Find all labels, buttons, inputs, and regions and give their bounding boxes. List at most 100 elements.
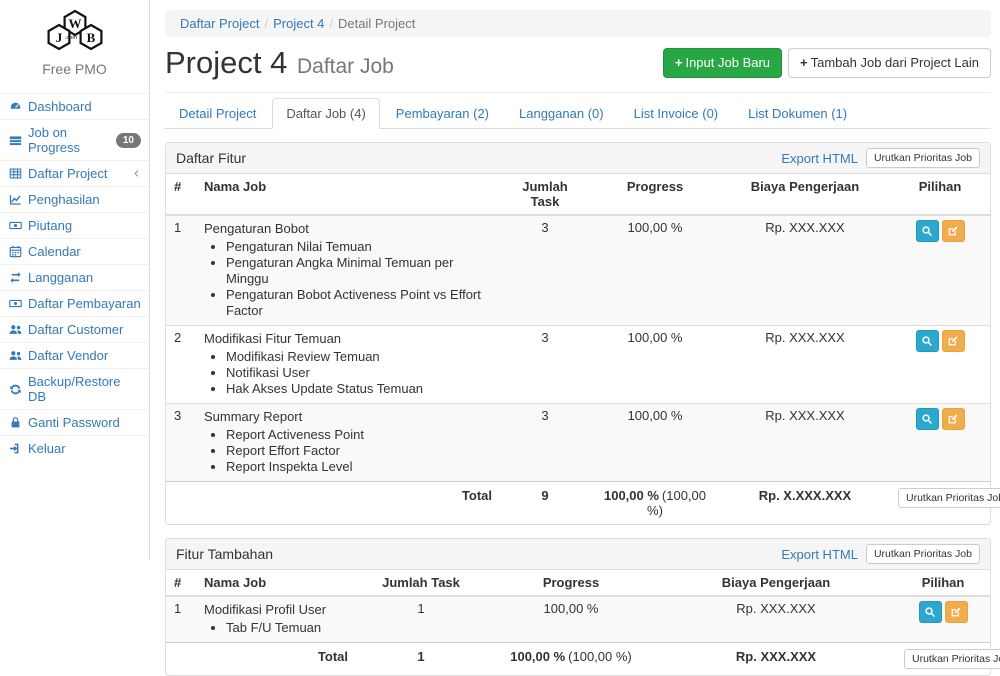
col-header-progress: Progress xyxy=(590,174,720,215)
total-label: Total xyxy=(196,643,356,676)
job-subtask-list: Report Activeness Point Report Effort Fa… xyxy=(226,427,492,475)
sidebar-item-piutang[interactable]: Piutang xyxy=(0,212,149,238)
view-job-button[interactable] xyxy=(916,220,939,242)
sidebar-item-daftar-pembayaran[interactable]: Daftar Pembayaran xyxy=(0,290,149,316)
tab-langganan[interactable]: Langganan (0) xyxy=(505,98,618,129)
line-chart-icon xyxy=(8,193,22,207)
breadcrumb-current: Detail Project xyxy=(338,16,415,31)
brand-subtitle: Free PMO xyxy=(0,61,149,77)
col-header-num: # xyxy=(166,174,196,215)
lock-icon xyxy=(8,416,22,430)
sidebar-item-label: Daftar Project xyxy=(28,166,107,181)
sidebar-item-penghasilan[interactable]: Penghasilan xyxy=(0,186,149,212)
job-subtask-list: Modifikasi Review Temuan Notifikasi User… xyxy=(226,349,492,397)
total-progress: 100,00 %(100,00 %) xyxy=(486,643,656,676)
logo-dot-com: .com xyxy=(65,35,77,41)
view-job-button[interactable] xyxy=(916,330,939,352)
cell-num: 2 xyxy=(166,326,196,404)
cell-progress: 100,00 % xyxy=(486,596,656,643)
edit-job-button[interactable] xyxy=(942,220,965,242)
job-subtask: Report Inspekta Level xyxy=(226,459,492,475)
job-subtask: Report Effort Factor xyxy=(226,443,492,459)
breadcrumb-separator: / xyxy=(324,16,338,31)
job-subtask-list: Tab F/U Temuan xyxy=(226,620,348,636)
breadcrumb-separator: / xyxy=(259,16,273,31)
edit-job-button[interactable] xyxy=(942,408,965,430)
job-name: Summary Report xyxy=(204,408,492,425)
export-html-link[interactable]: Export HTML xyxy=(781,547,858,562)
urutkan-prioritas-job-button[interactable]: Urutkan Prioritas Job xyxy=(898,488,1000,508)
sidebar-item-label: Ganti Password xyxy=(28,415,120,430)
sidebar-item-backup-restore-db[interactable]: Backup/Restore DB xyxy=(0,368,149,409)
sidebar-item-job-on-progress[interactable]: Job on Progress 10 xyxy=(0,119,149,160)
breadcrumb-link-project-4[interactable]: Project 4 xyxy=(273,16,324,31)
input-job-baru-button[interactable]: +Input Job Baru xyxy=(663,48,782,78)
sidebar-item-keluar[interactable]: Keluar xyxy=(0,435,149,461)
tab-detail-project[interactable]: Detail Project xyxy=(165,98,270,129)
job-subtask: Notifikasi User xyxy=(226,365,492,381)
cell-progress: 100,00 % xyxy=(590,326,720,404)
total-jumlah-task: 9 xyxy=(500,482,590,525)
chevron-left-icon xyxy=(132,169,141,178)
view-job-button[interactable] xyxy=(919,601,942,623)
tambah-job-dari-project-lain-button[interactable]: +Tambah Job dari Project Lain xyxy=(788,48,991,78)
job-name: Pengaturan Bobot xyxy=(204,220,492,237)
total-row: Total 1 100,00 %(100,00 %) Rp. XXX.XXX U… xyxy=(166,643,990,676)
table-row: 2 Modifikasi Fitur Temuan Modifikasi Rev… xyxy=(166,326,990,404)
cell-jumlah-task: 3 xyxy=(500,215,590,326)
cell-pilihan xyxy=(890,326,990,404)
sidebar-item-label: Dashboard xyxy=(28,99,92,114)
sidebar-item-daftar-project[interactable]: Daftar Project xyxy=(0,160,149,186)
col-header-jumlah-task: Jumlah Task xyxy=(500,174,590,215)
cell-num: 3 xyxy=(166,404,196,482)
tab-pembayaran[interactable]: Pembayaran (2) xyxy=(382,98,503,129)
sidebar-item-daftar-vendor[interactable]: Daftar Vendor xyxy=(0,342,149,368)
breadcrumb-link-daftar-project[interactable]: Daftar Project xyxy=(180,16,259,31)
users-icon xyxy=(8,323,22,337)
logo-letter-b: B xyxy=(86,30,95,45)
edit-job-button[interactable] xyxy=(945,601,968,623)
total-biaya: Rp. XXX.XXX xyxy=(656,643,896,676)
table-row: 1 Modifikasi Profil User Tab F/U Temuan … xyxy=(166,596,990,643)
job-name: Modifikasi Profil User xyxy=(204,601,348,618)
sidebar-nav: Dashboard Job on Progress 10 Daftar Proj… xyxy=(0,93,149,461)
view-job-button[interactable] xyxy=(916,408,939,430)
sidebar-item-label: Piutang xyxy=(28,218,72,233)
sidebar-item-ganti-password[interactable]: Ganti Password xyxy=(0,409,149,435)
urutkan-prioritas-job-button[interactable]: Urutkan Prioritas Job xyxy=(866,148,980,168)
tab-list-invoice[interactable]: List Invoice (0) xyxy=(620,98,733,129)
export-html-link[interactable]: Export HTML xyxy=(781,151,858,166)
exchange-icon xyxy=(8,271,22,285)
sign-out-icon xyxy=(8,442,22,456)
table-header-row: # Nama Job Jumlah Task Progress Biaya Pe… xyxy=(166,570,990,596)
logo-letter-j: J xyxy=(55,30,62,45)
sidebar-item-label: Langganan xyxy=(28,270,93,285)
urutkan-prioritas-job-button[interactable]: Urutkan Prioritas Job xyxy=(904,649,1000,669)
jwb-logo-icon: W J B .com xyxy=(34,8,116,56)
panel-title: Daftar Fitur xyxy=(176,150,246,166)
panel-heading: Daftar Fitur Export HTML Urutkan Priorit… xyxy=(166,143,990,174)
sidebar-item-label: Keluar xyxy=(28,441,66,456)
breadcrumb: Daftar Project/Project 4/Detail Project xyxy=(165,10,991,37)
sidebar-item-langganan[interactable]: Langganan xyxy=(0,264,149,290)
cell-jumlah-task: 3 xyxy=(500,404,590,482)
cell-biaya: Rp. XXX.XXX xyxy=(720,404,890,482)
urutkan-prioritas-job-button[interactable]: Urutkan Prioritas Job xyxy=(866,544,980,564)
edit-job-button[interactable] xyxy=(942,330,965,352)
sidebar-item-label: Backup/Restore DB xyxy=(28,374,141,404)
tab-list-dokumen[interactable]: List Dokumen (1) xyxy=(734,98,861,129)
job-subtask: Report Activeness Point xyxy=(226,427,492,443)
cell-biaya: Rp. XXX.XXX xyxy=(656,596,896,643)
total-jumlah-task: 1 xyxy=(356,643,486,676)
tab-bar: Detail Project Daftar Job (4) Pembayaran… xyxy=(165,98,991,129)
app-window: W J B .com Free PMO Dashboard Job on Pro… xyxy=(0,0,1000,560)
cell-progress: 100,00 % xyxy=(590,215,720,326)
cell-progress: 100,00 % xyxy=(590,404,720,482)
sidebar-item-daftar-customer[interactable]: Daftar Customer xyxy=(0,316,149,342)
sidebar-item-calendar[interactable]: Calendar xyxy=(0,238,149,264)
sidebar-item-label: Daftar Vendor xyxy=(28,348,108,363)
sidebar-item-dashboard[interactable]: Dashboard xyxy=(0,93,149,119)
tab-daftar-job[interactable]: Daftar Job (4) xyxy=(272,98,379,129)
cell-nama-job: Pengaturan Bobot Pengaturan Nilai Temuan… xyxy=(196,215,500,326)
table-icon xyxy=(8,167,22,181)
